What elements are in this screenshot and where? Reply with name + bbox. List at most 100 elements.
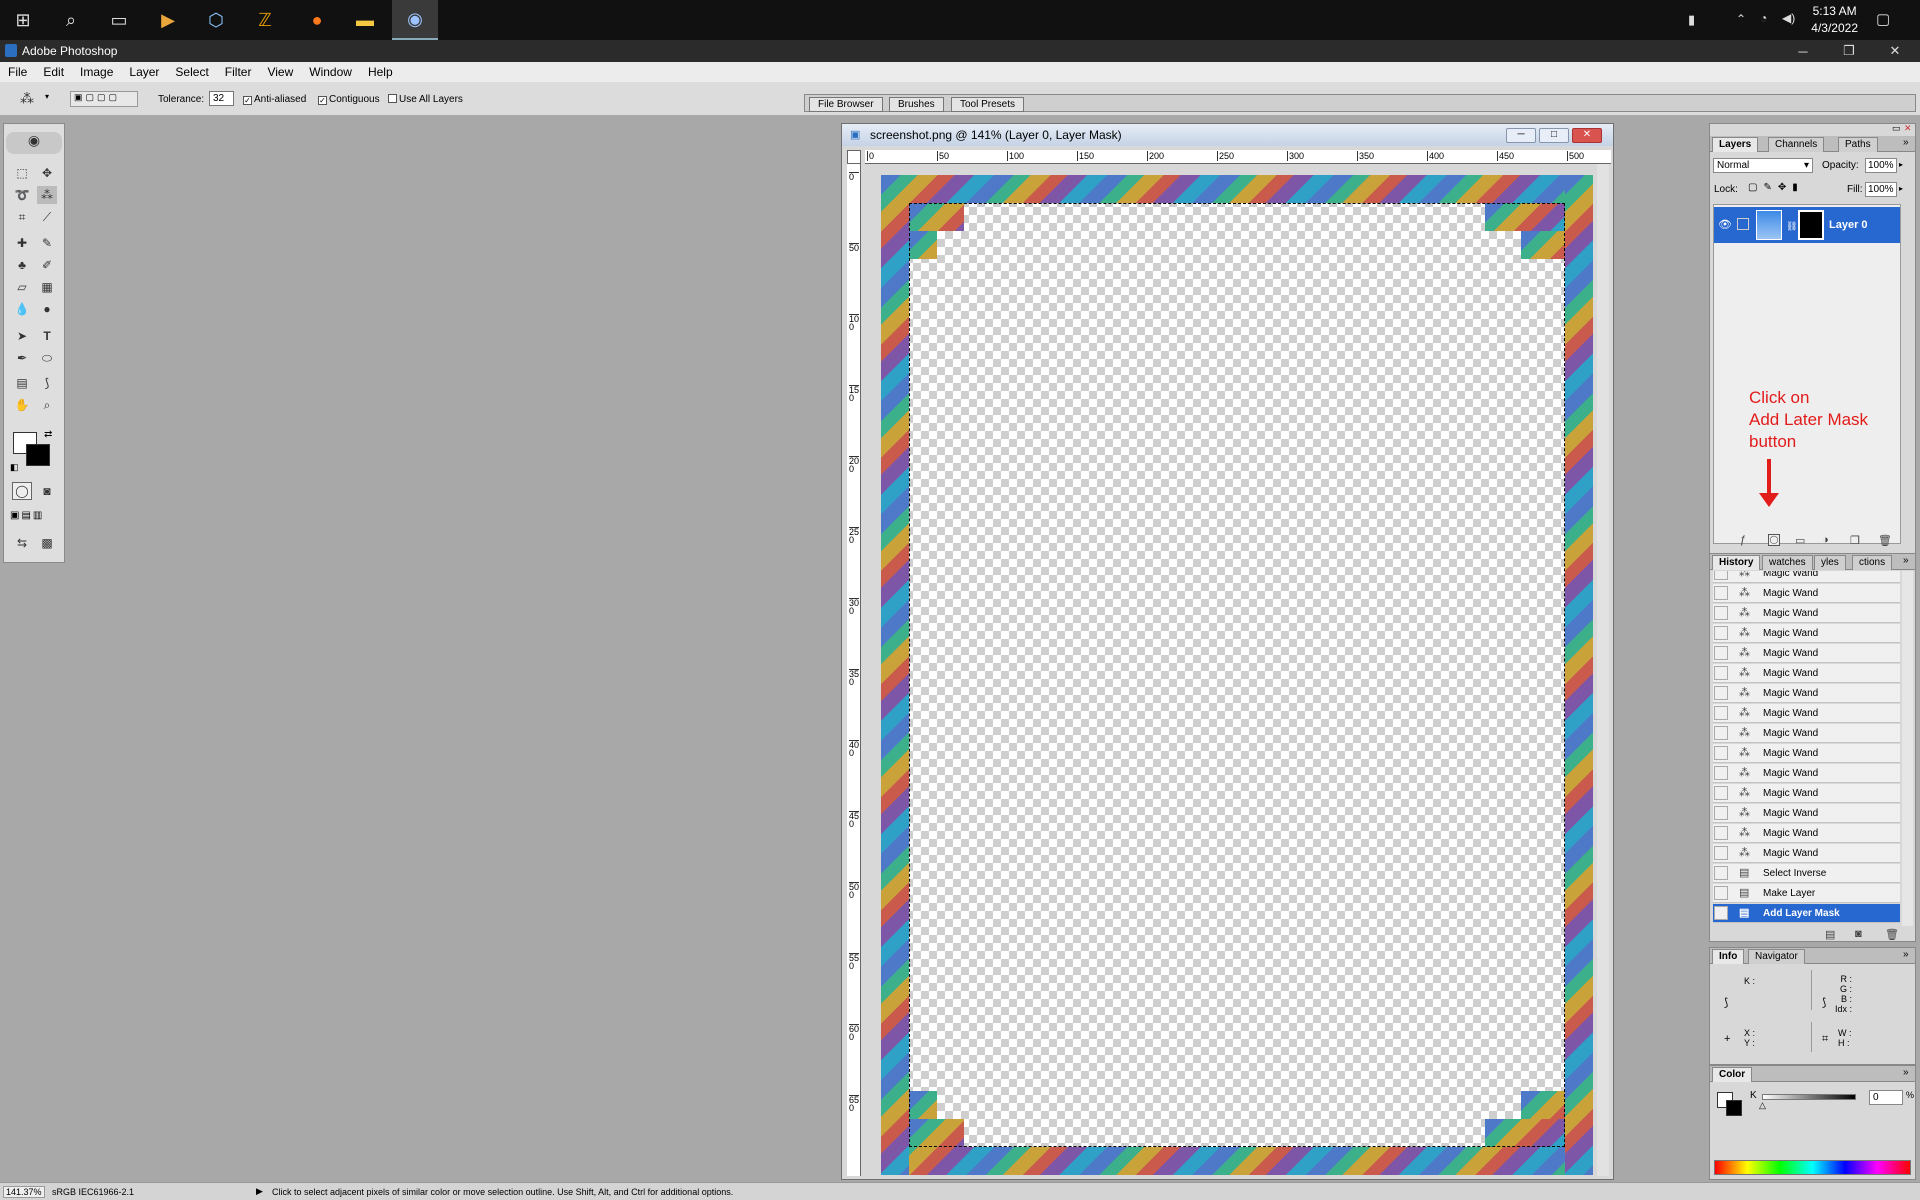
- history-item[interactable]: ⁂ Magic Wand: [1713, 604, 1900, 623]
- filezilla-icon[interactable]: ℤ: [242, 0, 288, 40]
- history-item[interactable]: ⁂ Magic Wand: [1713, 664, 1900, 683]
- history-item[interactable]: ⁂ Magic Wand: [1713, 724, 1900, 743]
- k-slider-thumb-icon[interactable]: △: [1759, 1100, 1766, 1111]
- search-icon[interactable]: ⌕: [48, 0, 94, 40]
- info-menu-icon[interactable]: »: [1903, 949, 1909, 960]
- history-snapshot-box[interactable]: [1714, 586, 1728, 600]
- tab-swatches[interactable]: watches: [1762, 555, 1813, 570]
- opacity-arrow-icon[interactable]: ▸: [1899, 160, 1903, 169]
- chain-link-icon[interactable]: ⛓: [1786, 221, 1797, 232]
- history-item[interactable]: ⁂ Magic Wand: [1713, 644, 1900, 663]
- history-snapshot-box[interactable]: [1714, 746, 1728, 760]
- image-canvas[interactable]: [881, 175, 1593, 1175]
- screen-mode-icons[interactable]: ▣▤▥: [10, 510, 62, 524]
- doc-minimize-button[interactable]: ─: [1506, 128, 1536, 143]
- history-item[interactable]: ⁂ Magic Wand: [1713, 624, 1900, 643]
- menu-window[interactable]: Window: [301, 65, 360, 79]
- gradient-tool-icon[interactable]: ▦: [37, 278, 57, 296]
- restore-button[interactable]: ❐: [1826, 40, 1872, 62]
- wifi-icon[interactable]: ◔: [1760, 11, 1767, 25]
- pen-tool-icon[interactable]: ✒: [12, 349, 32, 367]
- layer-row-layer-0[interactable]: 👁 ⛓ Layer 0: [1714, 207, 1900, 243]
- layer-style-button[interactable]: ƒ: [1740, 534, 1746, 546]
- file-explorer-icon[interactable]: ▬: [342, 0, 388, 40]
- healing-brush-icon[interactable]: ✚: [12, 234, 32, 252]
- default-colors-icon[interactable]: ◧: [10, 462, 19, 473]
- history-snapshot-box[interactable]: [1714, 786, 1728, 800]
- windows-start-icon[interactable]: ⊞: [0, 0, 46, 40]
- history-item[interactable]: ⁂ Magic Wand: [1713, 764, 1900, 783]
- volume-icon[interactable]: ◀): [1782, 11, 1795, 25]
- history-scrollbar[interactable]: [1902, 571, 1913, 926]
- visibility-eye-icon[interactable]: 👁: [1718, 218, 1732, 231]
- fill-input[interactable]: 100%: [1865, 182, 1897, 197]
- k-slider-track[interactable]: [1762, 1094, 1856, 1100]
- history-snapshot-box[interactable]: [1714, 626, 1728, 640]
- chevron-up-icon[interactable]: ⌃: [1736, 12, 1746, 26]
- brush-tool-icon[interactable]: ✎: [37, 234, 57, 252]
- quick-mask-mode-icon[interactable]: ◙: [37, 482, 57, 500]
- zoom-level[interactable]: 141.37%: [3, 1186, 45, 1198]
- k-value-input[interactable]: 0: [1869, 1090, 1903, 1105]
- use-all-layers-checkbox[interactable]: Use All Layers: [388, 94, 463, 105]
- anti-aliased-checkbox[interactable]: ✓ Anti-aliased: [243, 94, 306, 105]
- tolerance-input[interactable]: 32: [209, 91, 234, 106]
- doc-maximize-button[interactable]: □: [1539, 128, 1569, 143]
- swap-colors-icon[interactable]: ⇄: [44, 429, 52, 440]
- history-item[interactable]: ▤ Select Inverse: [1713, 864, 1900, 883]
- panel-close-icon[interactable]: ✕: [1904, 123, 1912, 134]
- clock[interactable]: 5:13 AM 4/3/2022: [1811, 3, 1858, 37]
- color-menu-icon[interactable]: »: [1903, 1067, 1909, 1078]
- history-snapshot-box[interactable]: [1714, 646, 1728, 660]
- notification-icon[interactable]: ▢: [1876, 10, 1890, 28]
- tab-info[interactable]: Info: [1712, 949, 1745, 964]
- history-snapshot-box[interactable]: [1714, 886, 1728, 900]
- ruler-origin[interactable]: [847, 150, 861, 164]
- clone-stamp-icon[interactable]: ♣: [12, 256, 32, 274]
- history-menu-icon[interactable]: »: [1903, 555, 1909, 566]
- marquee-tool-icon[interactable]: ⬚: [12, 164, 32, 182]
- history-snapshot-box[interactable]: [1714, 571, 1728, 580]
- history-snapshot-box[interactable]: [1714, 906, 1728, 920]
- crop-tool-icon[interactable]: ⌗: [12, 208, 32, 226]
- virtualbox-icon[interactable]: ⬡: [193, 0, 239, 40]
- delete-layer-button[interactable]: 🗑: [1878, 534, 1892, 547]
- tab-styles[interactable]: yles: [1814, 555, 1846, 570]
- ruler-top[interactable]: 0 50 100 150 200 250 300 350 400 450 500: [865, 150, 1611, 164]
- selection-mode-buttons[interactable]: ▣▢▢▢: [70, 91, 138, 107]
- shape-tool-icon[interactable]: ⬭: [37, 349, 57, 367]
- tab-file-browser[interactable]: File Browser: [809, 97, 883, 112]
- notes-tool-icon[interactable]: ▤: [12, 374, 32, 392]
- background-color-swatch[interactable]: [26, 444, 50, 466]
- history-item[interactable]: ⁂ Magic Wand: [1713, 784, 1900, 803]
- history-snapshot-box[interactable]: [1714, 866, 1728, 880]
- dodge-tool-icon[interactable]: ●: [37, 300, 57, 318]
- blend-mode-select[interactable]: Normal ▾: [1713, 158, 1813, 173]
- history-snapshot-box[interactable]: [1714, 806, 1728, 820]
- jump-to-imageready-icon[interactable]: ⇆: [12, 534, 32, 552]
- doc-close-button[interactable]: ✕: [1572, 128, 1602, 143]
- tool-preset-dropdown-icon[interactable]: ▾: [45, 92, 49, 101]
- tab-navigator[interactable]: Navigator: [1748, 949, 1805, 964]
- delete-state-icon[interactable]: 🗑: [1885, 928, 1899, 941]
- history-snapshot-box[interactable]: [1714, 606, 1728, 620]
- panel-menu-icon[interactable]: »: [1903, 137, 1909, 148]
- history-item[interactable]: ⁂ Magic Wand: [1713, 704, 1900, 723]
- history-snapshot-box[interactable]: [1714, 726, 1728, 740]
- lasso-tool-icon[interactable]: ➰: [12, 186, 32, 204]
- menu-layer[interactable]: Layer: [121, 65, 167, 79]
- menu-select[interactable]: Select: [167, 65, 216, 79]
- history-snapshot-box[interactable]: [1714, 666, 1728, 680]
- color-spectrum-bar[interactable]: [1714, 1160, 1911, 1175]
- close-button[interactable]: ✕: [1872, 40, 1918, 62]
- vertical-scrollbar[interactable]: [1597, 164, 1609, 1176]
- color-background-swatch[interactable]: [1726, 1100, 1742, 1116]
- tab-paths[interactable]: Paths: [1838, 137, 1878, 152]
- menu-image[interactable]: Image: [72, 65, 121, 79]
- history-item[interactable]: ▤ Make Layer: [1713, 884, 1900, 903]
- history-snapshot-box[interactable]: [1714, 686, 1728, 700]
- tab-color[interactable]: Color: [1712, 1067, 1753, 1082]
- tab-channels[interactable]: Channels: [1768, 137, 1825, 152]
- media-player-icon[interactable]: ▶: [145, 0, 191, 40]
- photoshop-icon[interactable]: ◉: [392, 0, 438, 40]
